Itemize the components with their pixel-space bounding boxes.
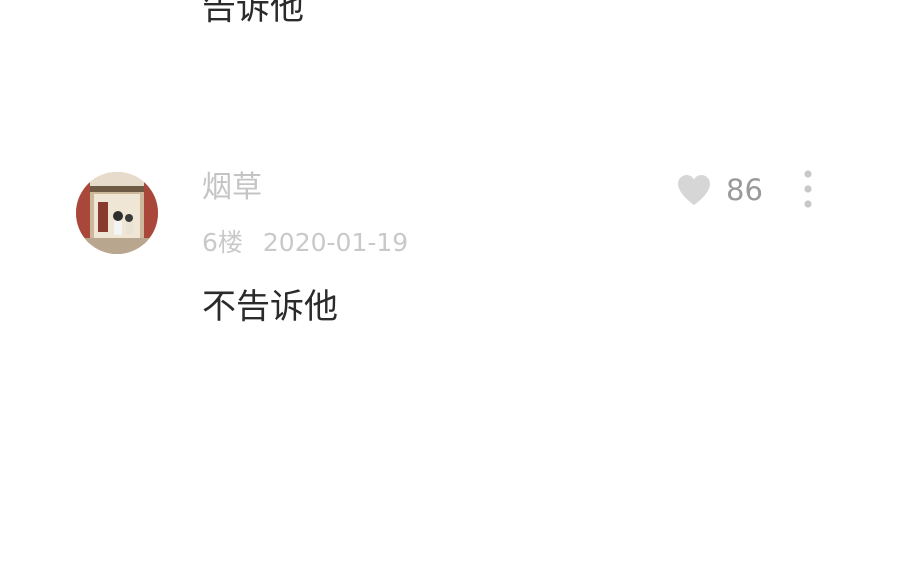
username[interactable]: 烟草 (202, 168, 262, 208)
more-vertical-icon (804, 170, 812, 208)
previous-comment-text: 告诉他 (202, 0, 304, 28)
floor-number: 6楼 (202, 228, 243, 257)
comment-meta: 6楼 2020-01-19 (202, 226, 408, 260)
like-count: 86 (726, 173, 763, 207)
more-options-button[interactable] (794, 168, 822, 212)
like-button[interactable]: 86 (676, 170, 763, 210)
comment-text: 不告诉他 (202, 287, 338, 327)
heart-icon (678, 175, 710, 205)
comment-item: 烟草 6楼 2020-01-19 不告诉他 86 (0, 160, 900, 360)
avatar[interactable] (76, 172, 158, 254)
avatar-image (76, 172, 158, 254)
comment-date: 2020-01-19 (262, 228, 409, 257)
